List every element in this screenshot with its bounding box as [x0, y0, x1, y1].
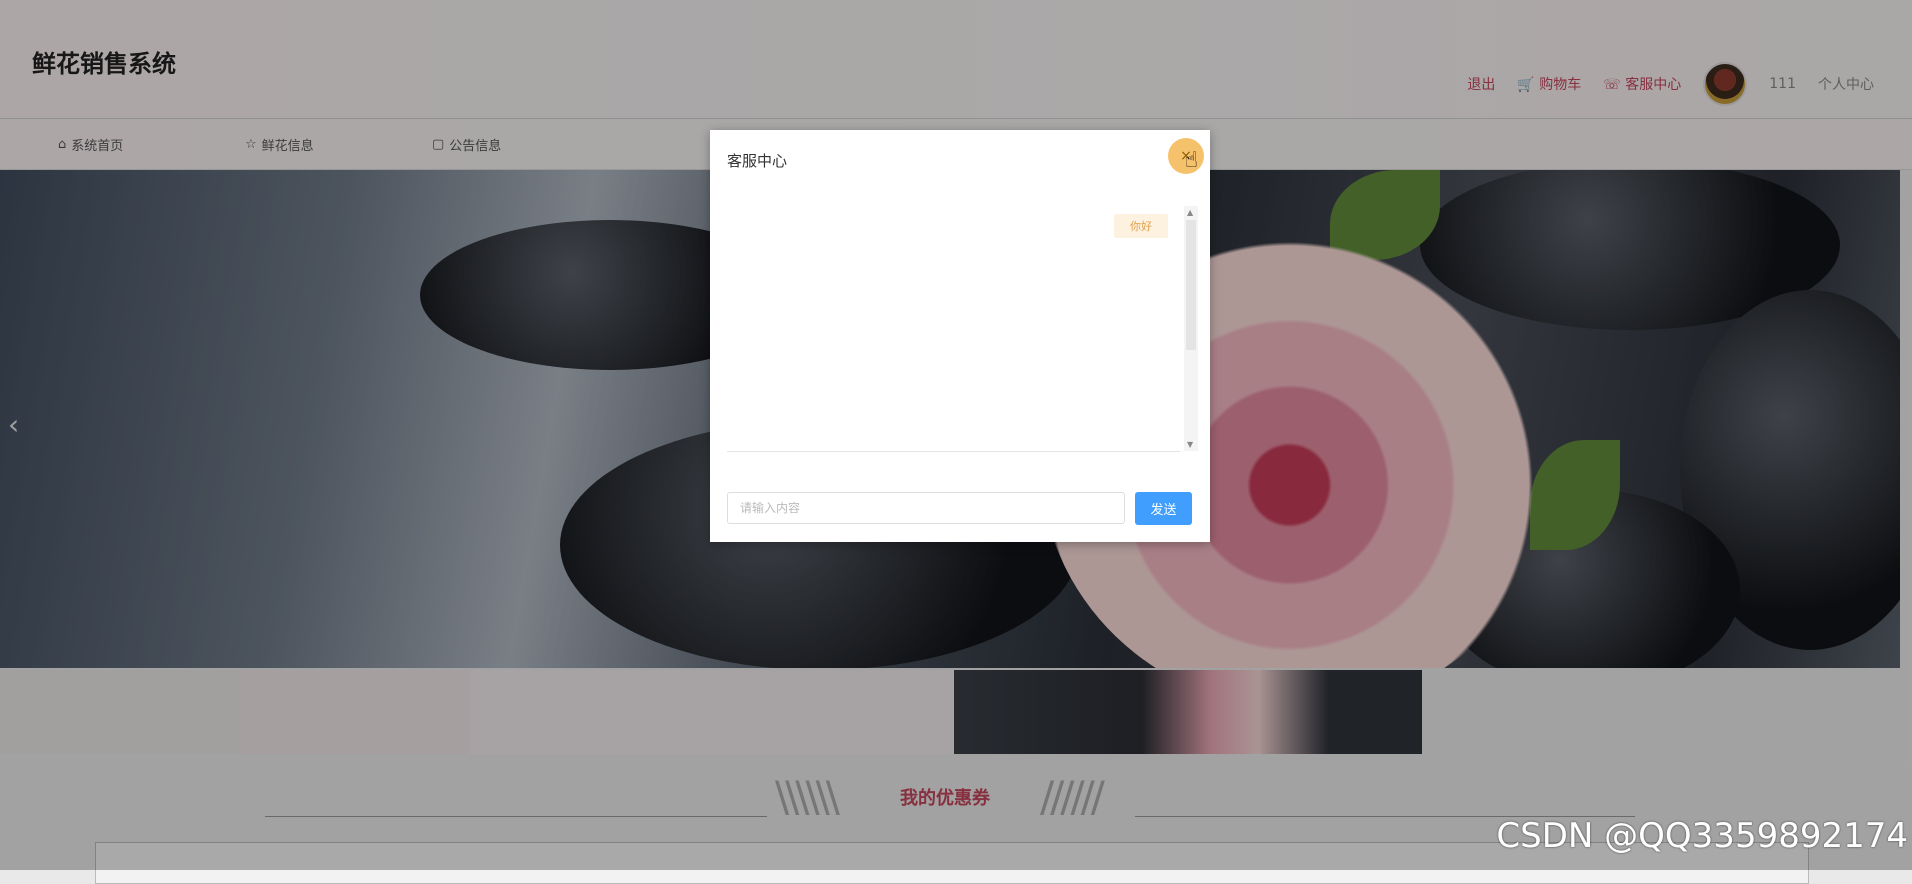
- scroll-up-icon[interactable]: ▲: [1187, 208, 1193, 217]
- send-button[interactable]: 发送: [1135, 492, 1192, 525]
- scroll-thumb[interactable]: [1186, 220, 1196, 350]
- hand-cursor-icon: ☝: [1184, 148, 1198, 173]
- message-input[interactable]: [727, 492, 1125, 524]
- scrollbar[interactable]: ▲ ▼: [1184, 206, 1198, 451]
- dialog-title: 客服中心: [727, 152, 788, 170]
- chat-messages: 你好 ▲ ▼: [727, 206, 1198, 452]
- customer-service-dialog: 客服中心 × ☝ 你好 ▲ ▼ 发送: [710, 130, 1210, 542]
- scroll-down-icon[interactable]: ▼: [1187, 440, 1193, 449]
- chat-bubble: 你好: [1114, 214, 1168, 238]
- watermark: CSDN @QQ3359892174: [1496, 816, 1908, 856]
